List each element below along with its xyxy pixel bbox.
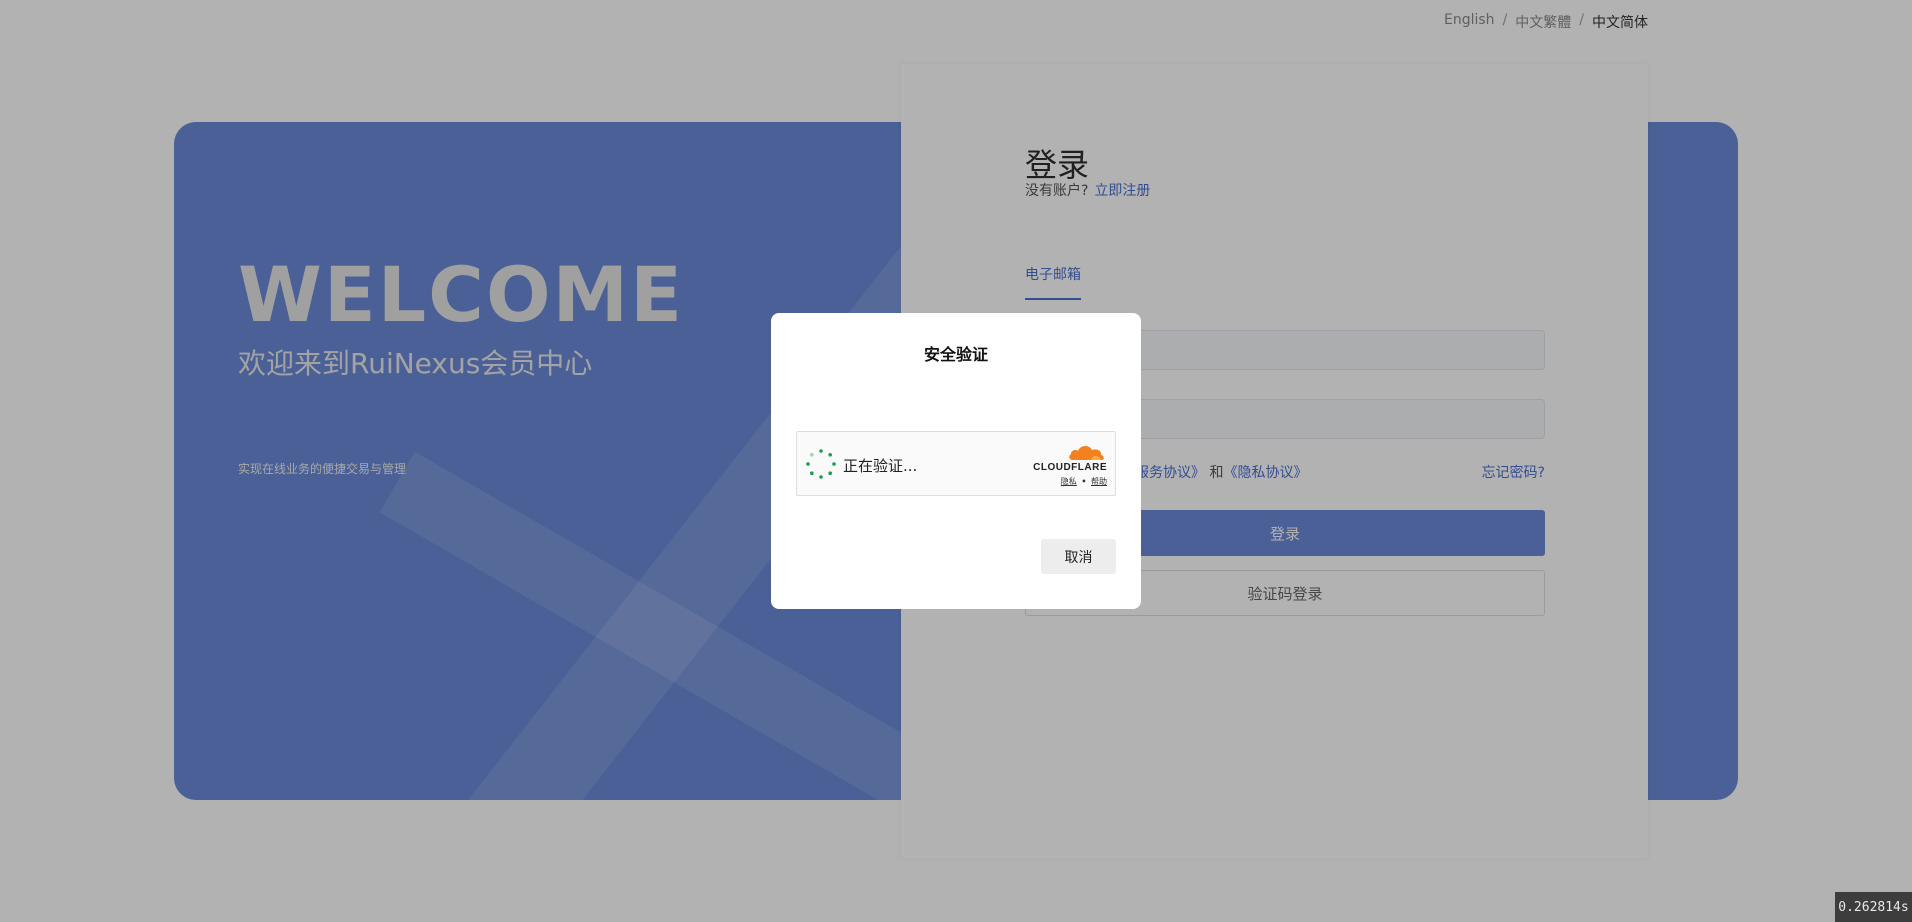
cancel-button[interactable]: 取消 xyxy=(1041,539,1116,574)
dialog-title: 安全验证 xyxy=(923,345,988,364)
loading-spinner-icon xyxy=(806,449,836,479)
link-separator: • xyxy=(1081,477,1087,486)
cloudflare-branding: CLOUDFLARE 隐私 • 帮助 xyxy=(1027,444,1107,488)
cloudflare-cloud-icon xyxy=(1069,445,1104,460)
timing-readout: 0.262814s xyxy=(1835,892,1912,922)
cloudflare-logo-text: CLOUDFLARE xyxy=(1033,462,1107,473)
verifying-status: 正在验证... xyxy=(843,457,918,475)
help-link[interactable]: 帮助 xyxy=(1091,477,1107,486)
security-verification-dialog: 安全验证 正在验证... CLOUDFLARE 隐私 • 帮助 取消 xyxy=(771,313,1141,609)
privacy-link[interactable]: 隐私 xyxy=(1061,477,1077,486)
cloudflare-links: 隐私 • 帮助 xyxy=(1061,476,1107,487)
cloudflare-turnstile-widget[interactable]: 正在验证... CLOUDFLARE 隐私 • 帮助 xyxy=(796,431,1116,496)
